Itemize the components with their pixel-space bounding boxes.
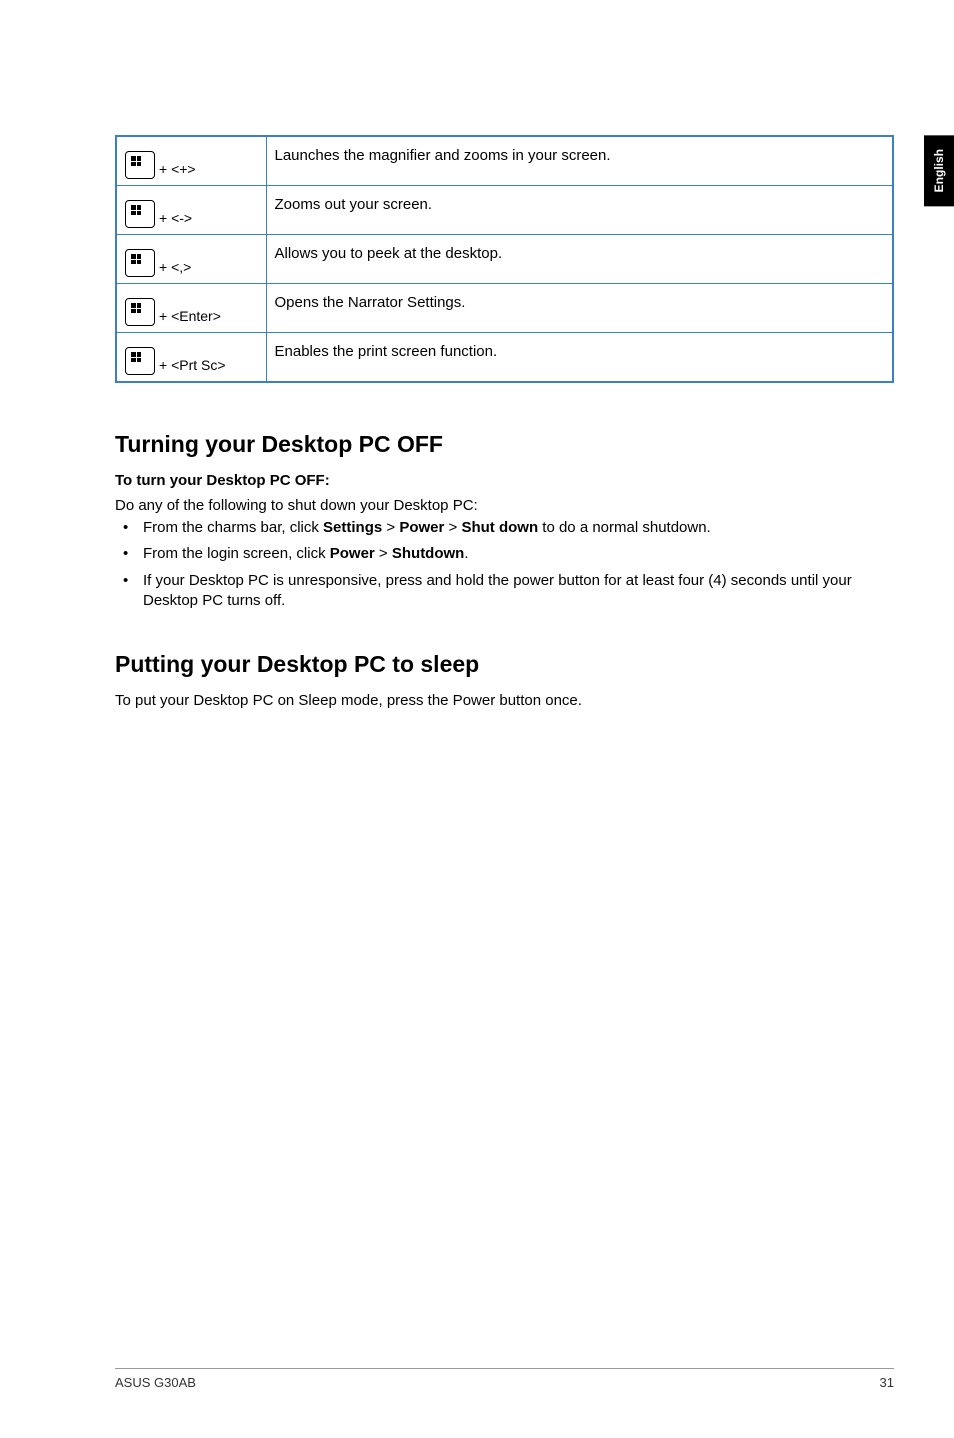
- footer: ASUS G30AB 31: [115, 1368, 894, 1390]
- shortcuts-table: + <+> Launches the magnifier and zooms i…: [115, 135, 894, 383]
- heading-sleep: Putting your Desktop PC to sleep: [115, 651, 894, 678]
- shortcut-desc: Zooms out your screen.: [266, 186, 893, 235]
- footer-page: 31: [880, 1375, 894, 1390]
- list-item: From the login screen, click Power > Shu…: [115, 544, 894, 564]
- windows-key-icon: [125, 151, 155, 179]
- windows-key-icon: [125, 249, 155, 277]
- windows-key-icon: [125, 298, 155, 326]
- shortcut-key: + <->: [116, 186, 266, 235]
- shortcut-desc: Launches the magnifier and zooms in your…: [266, 136, 893, 186]
- intro-turn-off: Do any of the following to shut down you…: [115, 497, 894, 514]
- shortcut-key: + <+>: [116, 136, 266, 186]
- steps-list: From the charms bar, click Settings > Po…: [115, 518, 894, 611]
- key-suffix: + <,>: [159, 259, 191, 277]
- table-row: + <+> Launches the magnifier and zooms i…: [116, 136, 893, 186]
- windows-key-icon: [125, 347, 155, 375]
- table-row: + <Prt Sc> Enables the print screen func…: [116, 333, 893, 383]
- subhead-turn-off: To turn your Desktop PC OFF:: [115, 472, 894, 489]
- list-item: If your Desktop PC is unresponsive, pres…: [115, 571, 894, 612]
- heading-turn-off: Turning your Desktop PC OFF: [115, 431, 894, 458]
- shortcut-desc: Enables the print screen function.: [266, 333, 893, 383]
- key-suffix: + <+>: [159, 161, 196, 179]
- key-suffix: + <Prt Sc>: [159, 357, 226, 375]
- shortcut-key: + <Enter>: [116, 284, 266, 333]
- shortcut-desc: Opens the Narrator Settings.: [266, 284, 893, 333]
- key-suffix: + <->: [159, 210, 192, 228]
- table-row: + <,> Allows you to peek at the desktop.: [116, 235, 893, 284]
- shortcut-desc: Allows you to peek at the desktop.: [266, 235, 893, 284]
- shortcut-key: + <,>: [116, 235, 266, 284]
- language-tab: English: [924, 135, 954, 206]
- shortcut-key: + <Prt Sc>: [116, 333, 266, 383]
- key-suffix: + <Enter>: [159, 308, 221, 326]
- footer-model: ASUS G30AB: [115, 1375, 196, 1390]
- page-content: + <+> Launches the magnifier and zooms i…: [0, 0, 954, 709]
- table-row: + <Enter> Opens the Narrator Settings.: [116, 284, 893, 333]
- list-item: From the charms bar, click Settings > Po…: [115, 518, 894, 538]
- windows-key-icon: [125, 200, 155, 228]
- body-sleep: To put your Desktop PC on Sleep mode, pr…: [115, 692, 894, 709]
- table-row: + <-> Zooms out your screen.: [116, 186, 893, 235]
